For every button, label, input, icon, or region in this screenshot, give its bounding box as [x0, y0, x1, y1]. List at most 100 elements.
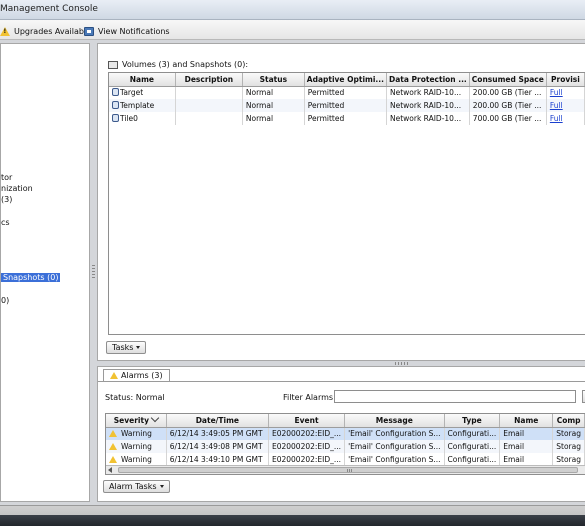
notifications-icon — [84, 26, 94, 36]
volume-icon — [112, 114, 119, 122]
sort-chevron-icon[interactable] — [150, 414, 160, 423]
status-cell: Normal — [242, 112, 305, 125]
column-header-event[interactable]: Event — [268, 414, 346, 428]
tab-alarms[interactable]: Alarms (3) — [103, 369, 170, 381]
provisioning-link[interactable]: Full — [550, 114, 563, 123]
name-cell: Target — [109, 86, 176, 99]
filter-alarms-label: Filter Alarms: — [283, 393, 336, 402]
provisioning-cell: Full — [546, 99, 585, 112]
volume-name: Target — [120, 88, 144, 98]
volumes-table: Name Description Status Adaptive Optimi.… — [108, 72, 585, 335]
upgrades-available-button[interactable]: Upgrades Available — [0, 25, 91, 37]
warning-icon — [110, 372, 118, 379]
event-cell: E02000202:EID_... — [268, 440, 346, 453]
provisioning-link[interactable]: Full — [550, 101, 563, 110]
column-header-severity[interactable]: Severity — [106, 414, 167, 428]
adaptive-cell: Permitted — [304, 86, 387, 99]
vertical-splitter-handle[interactable] — [92, 265, 95, 279]
scrollbar-thumb[interactable] — [118, 467, 578, 473]
upgrades-label: Upgrades Available — [14, 26, 92, 36]
severity-text: Warning — [121, 442, 152, 451]
type-cell: Configurati... — [444, 440, 501, 453]
filter-alarms-input[interactable] — [334, 390, 576, 403]
dropdown-caret-icon — [136, 346, 141, 349]
volumes-panel: Volumes (3) and Snapshots (0): Name Desc… — [97, 43, 585, 361]
toolbar: Upgrades Available View Notifications — [0, 20, 585, 40]
protection-cell: Network RAID-10... — [386, 112, 470, 125]
name-cell: Email — [499, 440, 554, 453]
message-cell: 'Email' Configuration S... — [344, 427, 445, 440]
datetime-cell: 6/12/14 3:49:05 PM GMT — [166, 427, 269, 440]
view-notifications-button[interactable]: View Notifications — [84, 25, 170, 37]
column-header-data-protection[interactable]: Data Protection ... — [386, 73, 470, 87]
event-cell: E02000202:EID_... — [268, 427, 346, 440]
tree-item[interactable]: cs — [1, 218, 10, 227]
volume-name: Tile0 — [120, 114, 138, 123]
navigation-tree: tor nization (3) cs Snapshots (0) 0) — [0, 43, 90, 502]
tree-item[interactable]: tor — [1, 173, 12, 182]
severity-text: Warning — [121, 429, 152, 439]
column-header-name[interactable]: Name — [109, 73, 176, 87]
component-cell: Storag — [552, 427, 585, 440]
severity-cell: Warning — [106, 440, 167, 453]
status-cell: Normal — [242, 99, 305, 112]
name-cell: Tile0 — [109, 112, 176, 125]
volumes-header-label: Volumes (3) and Snapshots (0): — [122, 60, 249, 69]
column-header-description[interactable]: Description — [175, 73, 243, 87]
column-header-provisioning[interactable]: Provisi — [546, 73, 585, 87]
table-row[interactable]: Warning 6/12/14 3:49:05 PM GMT E02000202… — [106, 427, 585, 440]
tasks-menu-button[interactable]: Tasks — [106, 341, 147, 354]
severity-cell: Warning — [106, 427, 167, 440]
scroll-left-arrow-icon[interactable] — [108, 467, 112, 473]
severity-header-label: Severity — [113, 416, 149, 426]
adaptive-cell: Permitted — [304, 99, 387, 112]
horizontal-scrollbar[interactable] — [106, 465, 585, 474]
severity-text: Warning — [121, 455, 152, 464]
horizontal-splitter-handle[interactable] — [395, 362, 409, 365]
provisioning-cell: Full — [546, 112, 585, 125]
column-header-status[interactable]: Status — [242, 73, 305, 87]
table-row[interactable]: Target Normal Permitted Network RAID-10.… — [109, 86, 585, 99]
warning-icon — [0, 26, 10, 36]
column-header-datetime[interactable]: Date/Time — [166, 414, 269, 428]
provisioning-cell: Full — [546, 86, 585, 99]
protection-cell: Network RAID-10... — [386, 99, 470, 112]
column-header-adaptive[interactable]: Adaptive Optimi... — [304, 73, 387, 87]
consumed-cell: 200.00 GB (Tier ... — [469, 99, 547, 112]
column-header-message[interactable]: Message — [344, 414, 445, 428]
datetime-cell: 6/12/14 3:49:08 PM GMT — [166, 440, 269, 453]
column-header-component[interactable]: Comp — [552, 414, 585, 428]
description-cell — [175, 99, 243, 112]
column-header-alarm-name[interactable]: Name — [499, 414, 554, 428]
warning-icon — [109, 430, 117, 438]
tree-item-snapshots-selected[interactable]: Snapshots (0) — [1, 273, 61, 282]
warning-icon — [109, 456, 117, 463]
name-cell: Template — [109, 99, 176, 112]
protection-cell: Network RAID-10... — [386, 86, 470, 99]
notifications-label: View Notifications — [98, 26, 170, 36]
name-cell: Email — [499, 427, 554, 440]
table-row[interactable]: Template Normal Permitted Network RAID-1… — [109, 99, 585, 112]
table-row[interactable]: Warning 6/12/14 3:49:08 PM GMT E02000202… — [106, 440, 585, 453]
component-cell: Storag — [552, 440, 585, 453]
alarm-tasks-menu-button[interactable]: Alarm Tasks — [103, 480, 170, 493]
description-cell — [175, 86, 243, 99]
dropdown-caret-icon — [159, 485, 164, 488]
column-header-consumed-space[interactable]: Consumed Space — [469, 73, 547, 87]
tree-item[interactable]: 0) — [1, 296, 9, 305]
tasks-label: Tasks — [112, 343, 134, 352]
os-taskbar — [0, 515, 585, 526]
window-titlebar: Management Console — [0, 0, 585, 20]
tab-divider — [98, 381, 585, 382]
alarms-panel: Alarms (3) Status: Normal Filter Alarms:… — [97, 366, 585, 502]
column-header-type[interactable]: Type — [444, 414, 501, 428]
table-row[interactable]: Tile0 Normal Permitted Network RAID-10..… — [109, 112, 585, 125]
provisioning-link[interactable]: Full — [550, 88, 563, 97]
tree-item[interactable]: nization — [1, 184, 33, 193]
volumes-icon — [108, 60, 118, 69]
tree-item[interactable]: (3) — [1, 195, 12, 204]
volume-icon — [112, 88, 119, 97]
warning-icon — [109, 443, 117, 450]
alarms-header-row: Severity Date/Time Event Message Type Na… — [106, 414, 585, 428]
description-cell — [175, 112, 243, 125]
